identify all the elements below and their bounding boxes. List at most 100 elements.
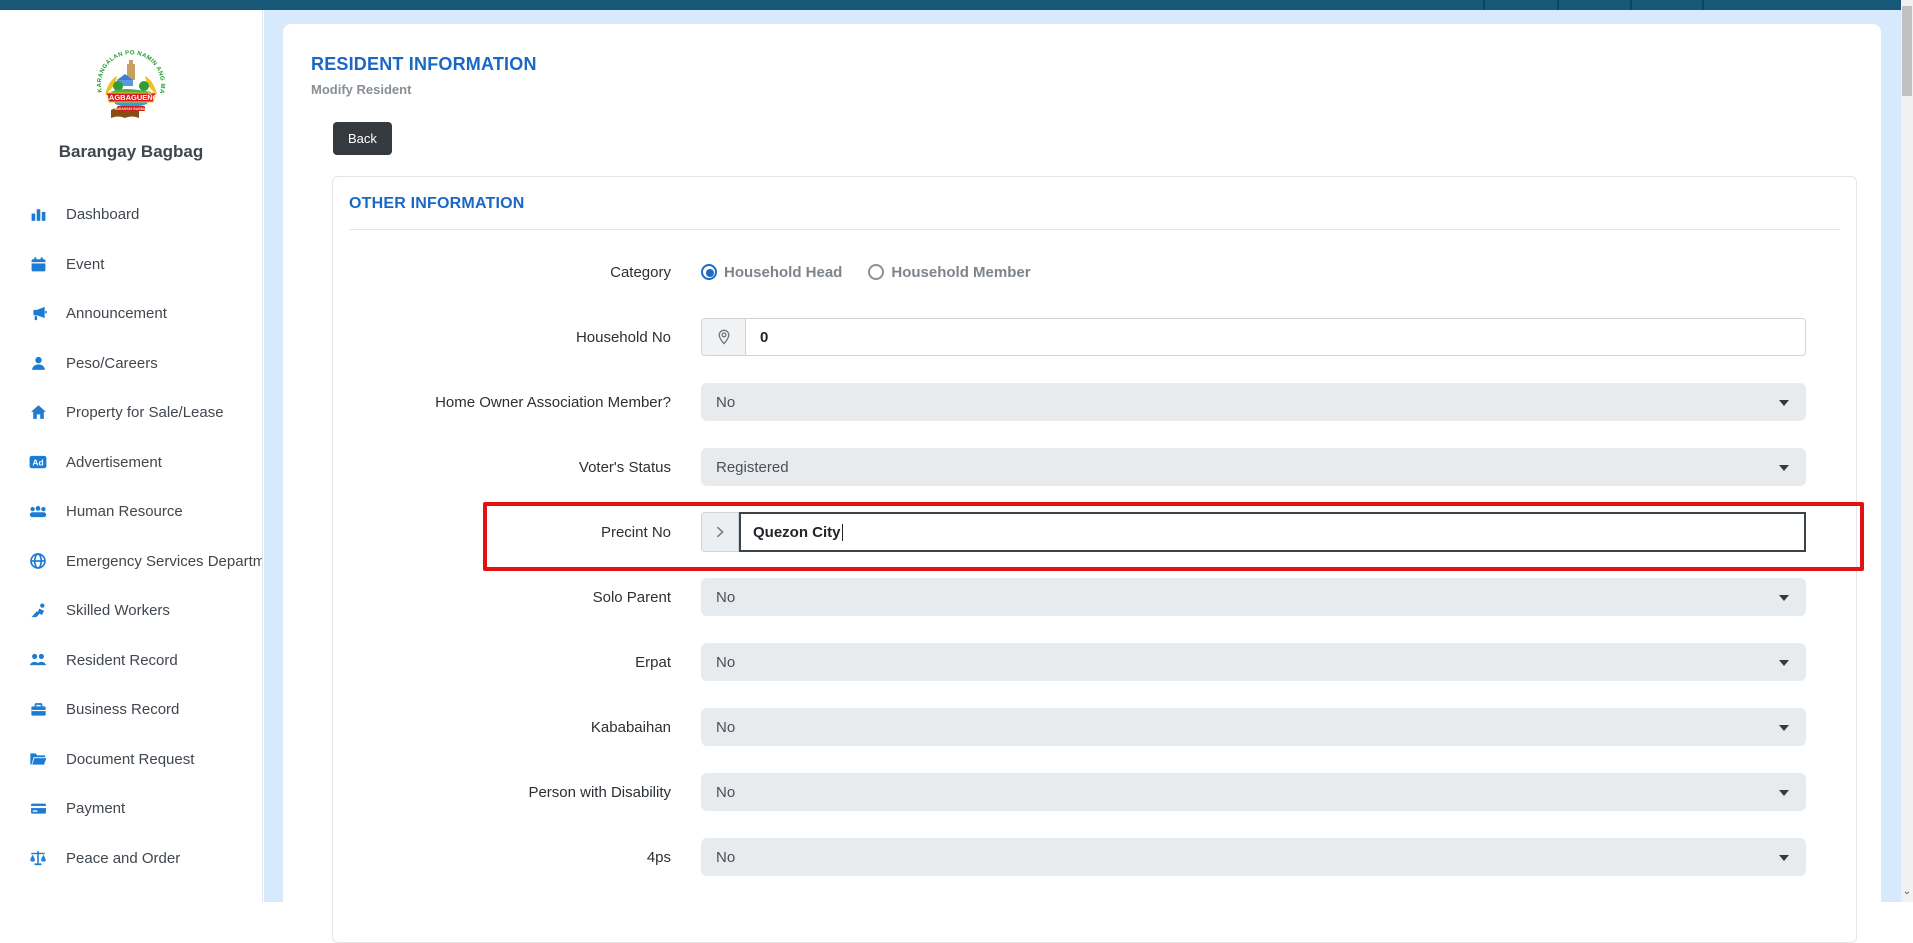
sidebar-item-event[interactable]: Event xyxy=(0,240,262,290)
form-row-hoa: Home Owner Association Member? No xyxy=(349,382,1840,422)
field-label: Voter's Status xyxy=(349,459,701,476)
sidebar-item-label: Payment xyxy=(66,800,125,817)
logo-banner-text: BAGBAGUEÑO xyxy=(103,93,158,102)
pwd-select[interactable]: No xyxy=(701,773,1806,811)
category-radio-group: Household Head Household Member xyxy=(701,264,1806,281)
ad-badge-icon: Ad xyxy=(28,452,48,472)
form-row-precint-no: Precint No Quezon City xyxy=(349,512,1840,552)
fourps-select-value: No xyxy=(716,849,735,866)
hoa-select-value: No xyxy=(716,394,735,411)
sidebar-item-advertisement[interactable]: Ad Advertisement xyxy=(0,438,262,488)
form-row-4ps: 4ps No xyxy=(349,837,1840,877)
page-title: RESIDENT INFORMATION xyxy=(311,54,1881,75)
sidebar: KARANGALAN PO NAMIN ANG MAGLINGKOD SA IN… xyxy=(0,10,263,902)
globe-icon xyxy=(28,551,48,571)
radio-label: Household Head xyxy=(724,264,842,281)
form-row-household-no: Household No xyxy=(349,317,1840,357)
barangay-seal-logo: KARANGALAN PO NAMIN ANG MAGLINGKOD SA IN… xyxy=(91,48,171,128)
kababaihan-select-value: No xyxy=(716,719,735,736)
sidebar-item-document-request[interactable]: Document Request xyxy=(0,735,262,785)
solo-parent-select[interactable]: No xyxy=(701,578,1806,616)
household-no-input[interactable] xyxy=(746,319,1805,355)
briefcase-icon xyxy=(28,700,48,720)
scales-icon xyxy=(28,848,48,868)
content-area: RESIDENT INFORMATION Modify Resident Bac… xyxy=(264,10,1901,902)
card-divider xyxy=(349,229,1840,230)
chevron-down-icon xyxy=(1779,725,1789,731)
kababaihan-select[interactable]: No xyxy=(701,708,1806,746)
chevron-down-icon xyxy=(1779,790,1789,796)
erpat-select[interactable]: No xyxy=(701,643,1806,681)
sidebar-item-announcement[interactable]: Announcement xyxy=(0,289,262,339)
form-row-solo-parent: Solo Parent No xyxy=(349,577,1840,617)
fourps-select[interactable]: No xyxy=(701,838,1806,876)
sidebar-item-business-record[interactable]: Business Record xyxy=(0,685,262,735)
chevron-down-icon xyxy=(1779,855,1789,861)
chevron-down-icon xyxy=(1779,660,1789,666)
topbar-divider xyxy=(1702,0,1704,10)
field-label: Precint No xyxy=(349,524,701,541)
voter-status-select[interactable]: Registered xyxy=(701,448,1806,486)
sidebar-item-label: Advertisement xyxy=(66,454,162,471)
radio-household-member[interactable]: Household Member xyxy=(868,264,1030,281)
form-row-erpat: Erpat No xyxy=(349,642,1840,682)
hoa-select[interactable]: No xyxy=(701,383,1806,421)
form-row-kababaihan: Kababaihan No xyxy=(349,707,1840,747)
text-cursor xyxy=(842,524,844,541)
form-row-pwd: Person with Disability No xyxy=(349,772,1840,812)
field-label: Kababaihan xyxy=(349,719,701,736)
scrollbar-thumb[interactable] xyxy=(1902,6,1912,96)
field-label: 4ps xyxy=(349,849,701,866)
sidebar-item-label: Peace and Order xyxy=(66,850,180,867)
sidebar-item-label: Resident Record xyxy=(66,652,178,669)
field-label: Category xyxy=(349,264,701,281)
credit-card-icon xyxy=(28,799,48,819)
radio-label: Household Member xyxy=(891,264,1030,281)
sidebar-item-human-resource[interactable]: Human Resource xyxy=(0,487,262,537)
sidebar-nav: Dashboard Event Announcement Peso/Career… xyxy=(0,190,262,883)
voter-status-select-value: Registered xyxy=(716,459,789,476)
sidebar-item-payment[interactable]: Payment xyxy=(0,784,262,834)
precint-no-value: Quezon City xyxy=(753,524,841,541)
sidebar-item-peso-careers[interactable]: Peso/Careers xyxy=(0,339,262,389)
field-label: Erpat xyxy=(349,654,701,671)
user-icon xyxy=(28,353,48,373)
sidebar-item-label: Announcement xyxy=(66,305,167,322)
field-label: Solo Parent xyxy=(349,589,701,606)
sidebar-item-property[interactable]: Property for Sale/Lease xyxy=(0,388,262,438)
sidebar-item-emergency-services[interactable]: Emergency Services Department xyxy=(0,537,262,587)
radio-unselected-icon[interactable] xyxy=(868,264,884,280)
form-row-voter-status: Voter's Status Registered xyxy=(349,447,1840,487)
topbar-divider xyxy=(1557,0,1559,10)
logo-book-text: BARANGAY BAGBAG xyxy=(114,107,148,111)
erpat-select-value: No xyxy=(716,654,735,671)
solo-parent-select-value: No xyxy=(716,589,735,606)
users-icon xyxy=(28,650,48,670)
radio-household-head[interactable]: Household Head xyxy=(701,264,842,281)
chevron-right-icon xyxy=(701,512,739,552)
sidebar-item-resident-record[interactable]: Resident Record xyxy=(0,636,262,686)
sidebar-item-label: Emergency Services Department xyxy=(66,553,262,570)
chevron-down-icon xyxy=(1779,465,1789,471)
people-group-icon xyxy=(28,502,48,522)
precint-no-input[interactable]: Quezon City xyxy=(739,512,1806,552)
sidebar-item-skilled-workers[interactable]: Skilled Workers xyxy=(0,586,262,636)
back-button[interactable]: Back xyxy=(333,122,392,155)
chevron-down-icon xyxy=(1779,595,1789,601)
content-panel: RESIDENT INFORMATION Modify Resident Bac… xyxy=(283,24,1881,912)
sidebar-item-label: Document Request xyxy=(66,751,194,768)
chevron-down-icon xyxy=(1779,400,1789,406)
sidebar-item-label: Dashboard xyxy=(66,206,139,223)
brand-name: Barangay Bagbag xyxy=(0,142,262,162)
radio-selected-icon[interactable] xyxy=(701,264,717,280)
sidebar-item-peace-and-order[interactable]: Peace and Order xyxy=(0,834,262,884)
field-label: Person with Disability xyxy=(349,784,701,801)
field-label: Home Owner Association Member? xyxy=(349,394,701,411)
topbar-divider xyxy=(1630,0,1632,10)
pwd-select-value: No xyxy=(716,784,735,801)
home-icon xyxy=(28,403,48,423)
card-title: OTHER INFORMATION xyxy=(349,195,1840,213)
sidebar-item-dashboard[interactable]: Dashboard xyxy=(0,190,262,240)
scrollbar-down-arrow[interactable]: ⌄ xyxy=(1901,886,1913,900)
megaphone-icon xyxy=(28,304,48,324)
